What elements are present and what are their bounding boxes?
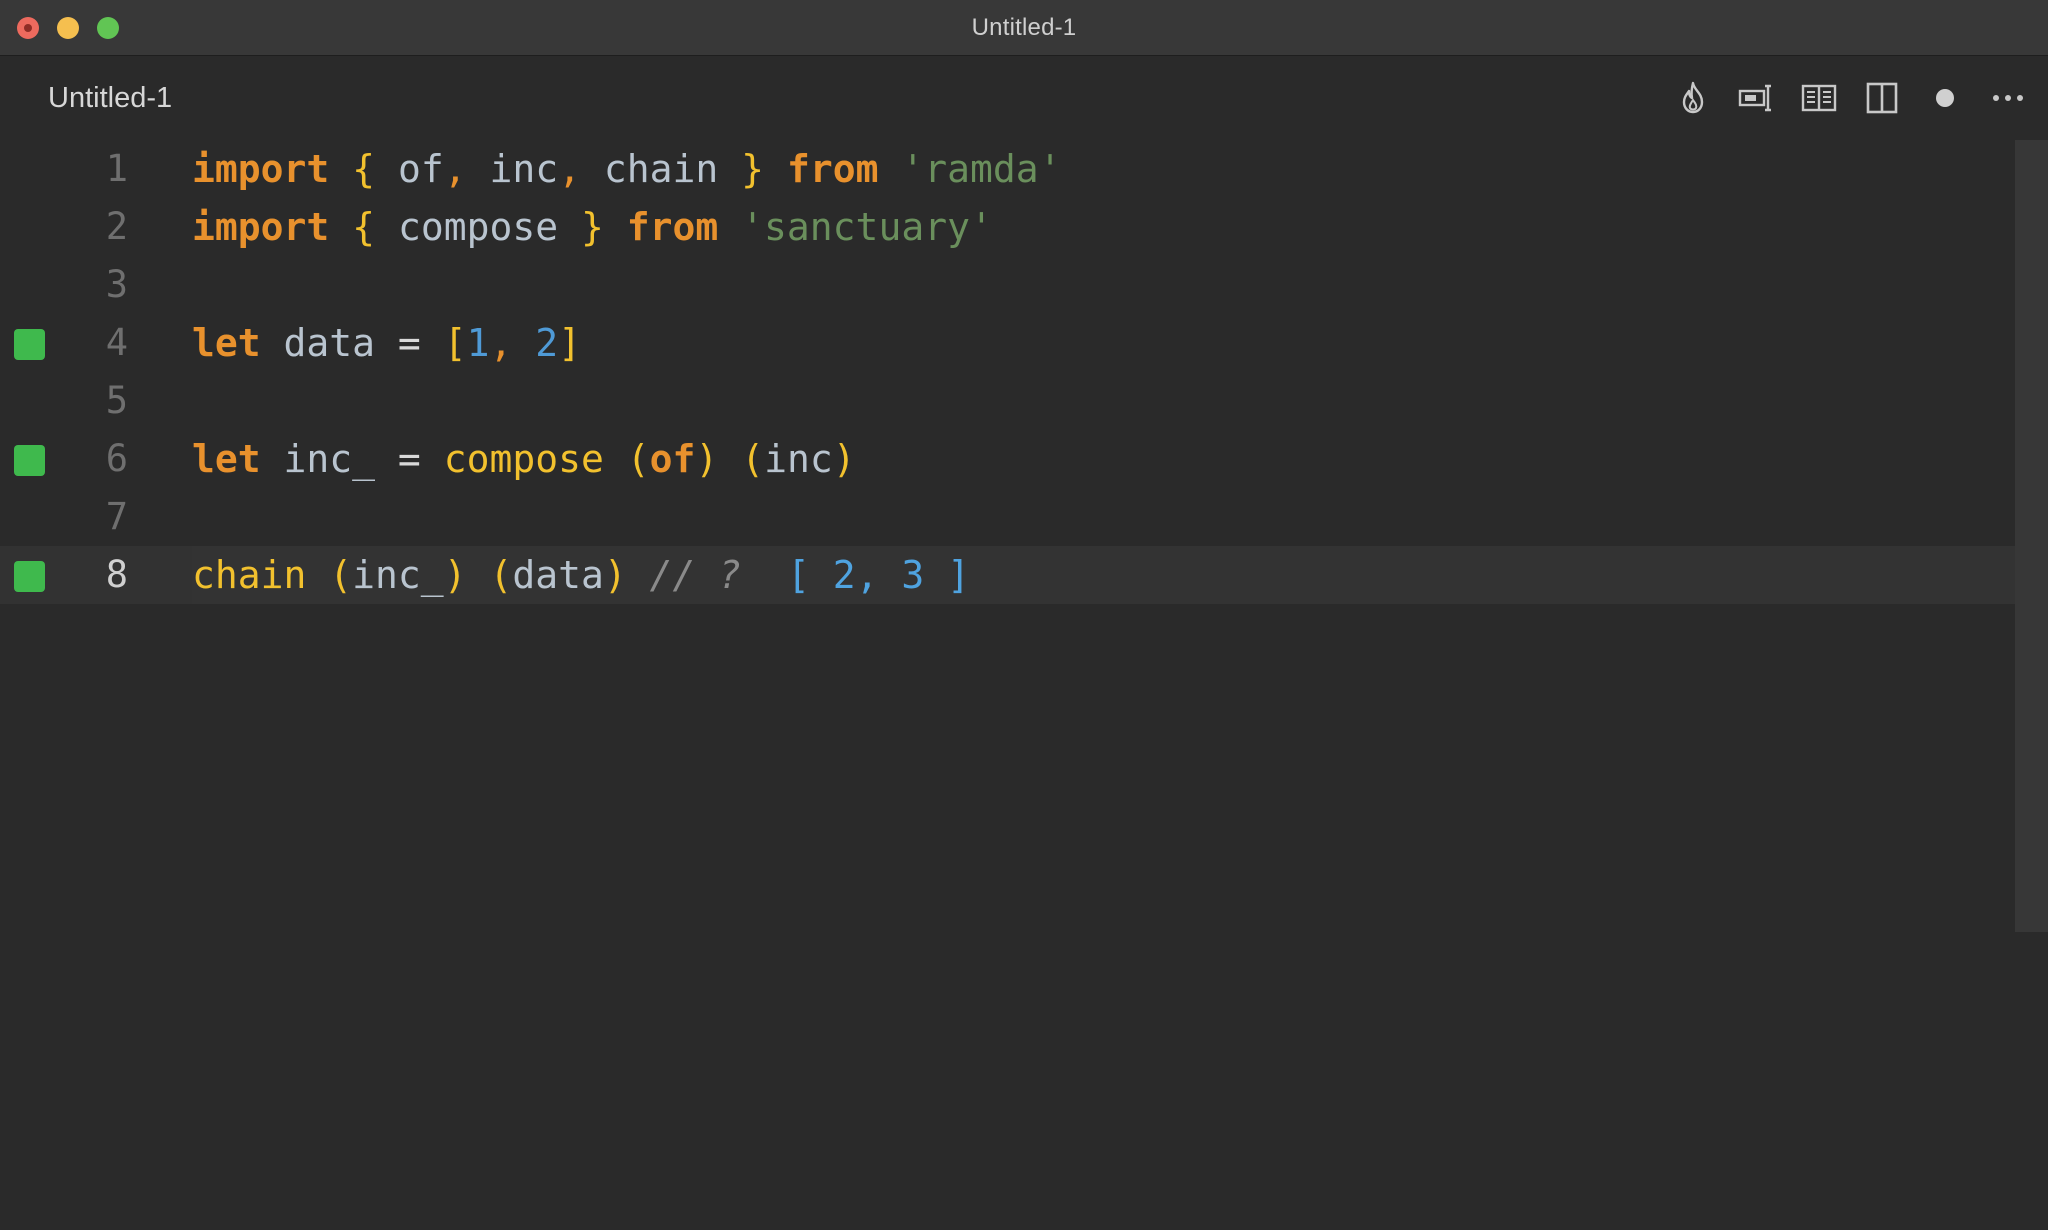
line-content: chain (inc_) (data) // ? [ 2, 3 ] (192, 553, 970, 597)
line-number: 6 (105, 437, 128, 480)
toggle-panel-icon[interactable] (1736, 78, 1776, 118)
vertical-scrollbar[interactable] (2015, 140, 2048, 1230)
code-line-4[interactable]: 4 let data = [1, 2] (0, 314, 2015, 372)
inline-result: [ 2, 3 ] (786, 553, 970, 597)
line-number: 8 (105, 553, 128, 596)
window-title: Untitled-1 (971, 14, 1077, 41)
coverage-indicator (14, 445, 45, 476)
quokka-comment: // ? (649, 553, 742, 597)
line-number: 7 (105, 495, 128, 538)
editor-window: Untitled-1 Untitled-1 1 import {of, inc… (0, 0, 2048, 1230)
code-line-1[interactable]: 1 import { of, inc, chain } from 'ramda' (0, 140, 2015, 198)
line-number: 1 (105, 147, 128, 190)
line-content: let data = [1, 2] (192, 321, 582, 365)
line-content: let inc_ = compose (of) (inc) (192, 437, 856, 481)
coverage-indicator (14, 329, 45, 360)
code-line-5[interactable]: 5 (0, 372, 2015, 430)
code-line-7[interactable]: 7 (0, 488, 2015, 546)
tab-untitled-1[interactable]: Untitled-1 (48, 82, 172, 115)
split-editor-icon[interactable] (1862, 78, 1902, 118)
title-bar: Untitled-1 (0, 0, 2048, 56)
line-number: 3 (105, 263, 128, 306)
code-line-6[interactable]: 6 let inc_ = compose (of) (inc) (0, 430, 2015, 488)
code-line-8[interactable]: 8 chain (inc_) (data) // ? [ 2, 3 ] (0, 546, 2015, 604)
coverage-indicator (14, 561, 45, 592)
line-content: import { of, inc, chain } from 'ramda' (192, 147, 1062, 191)
more-actions-icon[interactable] (1988, 78, 2028, 118)
line-number: 4 (105, 321, 128, 364)
tab-bar: Untitled-1 (0, 56, 2048, 140)
line-number: 5 (105, 379, 128, 422)
flame-icon[interactable] (1673, 78, 1713, 118)
line-number: 2 (105, 205, 128, 248)
unsaved-dot-icon[interactable] (1925, 78, 1965, 118)
code-editor[interactable]: 1 import { of, inc, chain } from 'ramda'… (0, 140, 2048, 1230)
scrollbar-thumb[interactable] (2015, 140, 2048, 932)
editor-actions (1673, 78, 2048, 118)
code-line-2[interactable]: 2 import { compose } from 'sanctuary' (0, 198, 2015, 256)
code-line-3[interactable]: 3 (0, 256, 2015, 314)
line-content: import { compose } from 'sanctuary' (192, 205, 993, 249)
open-preview-icon[interactable] (1799, 78, 1839, 118)
